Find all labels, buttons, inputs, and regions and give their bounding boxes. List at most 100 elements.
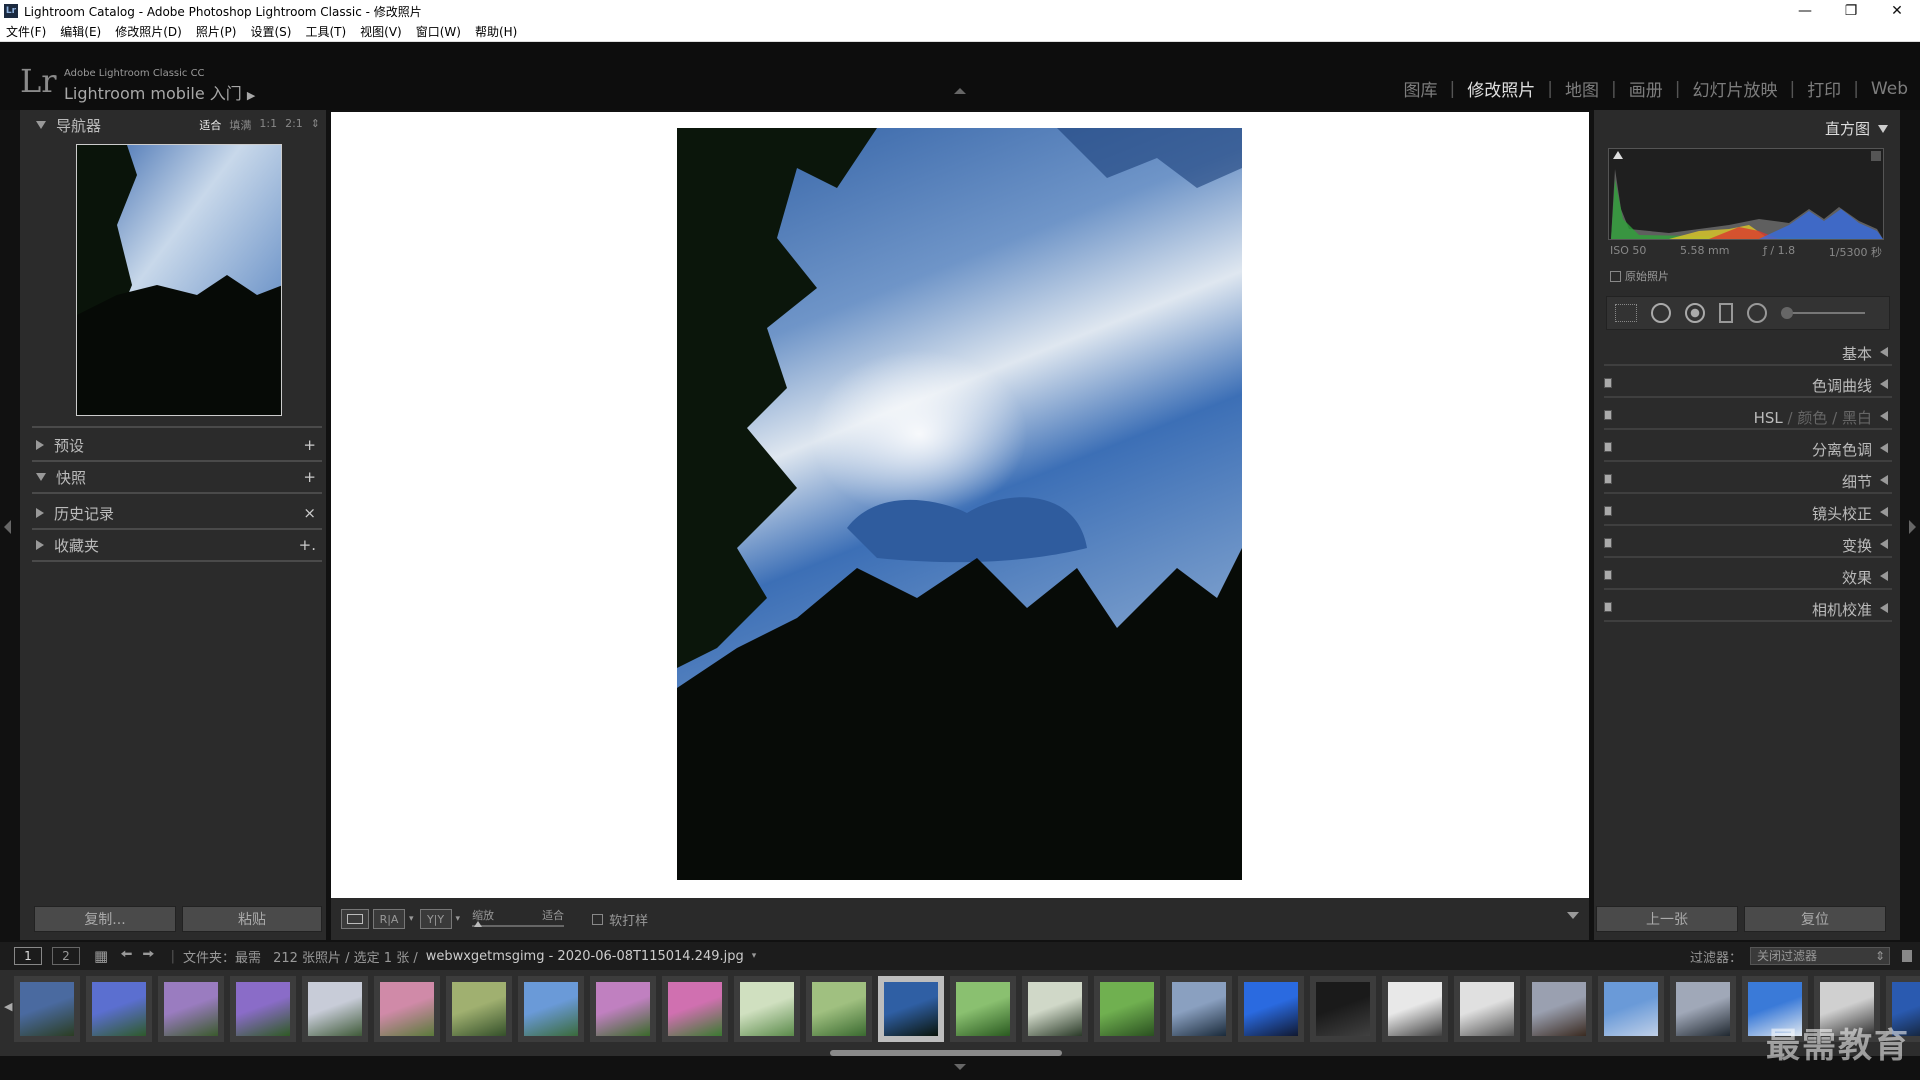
menu-help[interactable]: 帮助(H) [475, 23, 517, 40]
hsl-panel-header[interactable]: HSL / 颜色 / 黑白 [1594, 402, 1900, 430]
filmstrip-thumbnail[interactable] [1238, 976, 1304, 1042]
detail-panel-header[interactable]: 细节 [1594, 466, 1900, 494]
panel-switch-icon[interactable] [1604, 602, 1612, 612]
tone-curve-panel-header[interactable]: 色调曲线 [1594, 370, 1900, 398]
filmstrip-thumbnail[interactable] [878, 976, 944, 1042]
add-snapshot-icon[interactable]: + [303, 468, 316, 486]
navigator-preview[interactable] [76, 144, 282, 416]
presets-header[interactable]: 预设 + [20, 430, 326, 460]
toolbar-menu-icon[interactable] [1567, 912, 1579, 919]
filmstrip-thumbnail[interactable] [1310, 976, 1376, 1042]
current-filename[interactable]: webwxgetmsgimg - 2020-06-08T115014.249.j… [426, 949, 744, 964]
filmstrip-thumbnail[interactable] [590, 976, 656, 1042]
menu-photo[interactable]: 照片(P) [196, 23, 237, 40]
panel-switch-icon[interactable] [1604, 410, 1612, 420]
filmstrip-thumbnail[interactable] [1382, 976, 1448, 1042]
copy-settings-button[interactable]: 复制... [34, 906, 176, 932]
adjustment-brush-icon[interactable] [1781, 307, 1793, 319]
split-toning-panel-header[interactable]: 分离色调 [1594, 434, 1900, 462]
collapse-top-arrow-icon[interactable] [954, 88, 966, 94]
filter-lock-icon[interactable] [1902, 950, 1912, 962]
menu-tools[interactable]: 工具(T) [305, 23, 346, 40]
navigator-header[interactable]: 导航器 适合 填满 1:1 2:1 ⇕ [20, 110, 326, 140]
effects-panel-header[interactable]: 效果 [1594, 562, 1900, 590]
histogram[interactable] [1608, 148, 1884, 240]
panel-switch-icon[interactable] [1604, 506, 1612, 516]
crop-tool-icon[interactable] [1615, 304, 1637, 322]
zoom-stepper-icon[interactable]: ⇕ [311, 117, 320, 133]
module-slideshow[interactable]: 幻灯片放映 [1692, 76, 1777, 101]
nav-opt-fill[interactable]: 填满 [229, 117, 251, 133]
histogram-header[interactable]: 直方图 [1825, 118, 1888, 139]
snapshots-header[interactable]: 快照 + [20, 462, 326, 492]
collapse-left-arrow-icon[interactable] [4, 520, 11, 534]
panel-switch-icon[interactable] [1604, 442, 1612, 452]
zoom-slider-thumb-icon[interactable] [474, 921, 483, 927]
filmstrip[interactable]: ◀ ▶ [0, 970, 1920, 1056]
before-after-lr-button[interactable]: R|A [373, 909, 405, 929]
menu-edit[interactable]: 编辑(E) [60, 23, 101, 40]
filter-dropdown[interactable]: 关闭过滤器 ⇕ [1750, 947, 1890, 965]
module-print[interactable]: 打印 [1807, 76, 1841, 101]
filmstrip-left-arrow-icon[interactable]: ◀ [4, 1000, 12, 1013]
loupe-view-button[interactable] [341, 909, 369, 929]
nav-opt-1to1[interactable]: 1:1 [259, 117, 277, 133]
minimize-icon[interactable]: — [1782, 0, 1828, 22]
original-photo-checkbox[interactable] [1610, 270, 1621, 282]
collapse-bottom-arrow-icon[interactable] [954, 1064, 966, 1070]
panel-switch-icon[interactable] [1604, 570, 1612, 580]
filmstrip-thumbnail[interactable] [950, 976, 1016, 1042]
filmstrip-thumbnail[interactable] [1526, 976, 1592, 1042]
menu-view[interactable]: 视图(V) [360, 23, 402, 40]
menu-develop[interactable]: 修改照片(D) [115, 23, 182, 40]
filmstrip-thumbnail[interactable] [734, 976, 800, 1042]
filmstrip-thumbnail[interactable] [1022, 976, 1088, 1042]
filmstrip-thumbnail[interactable] [86, 976, 152, 1042]
menu-window[interactable]: 窗口(W) [416, 23, 461, 40]
hsl-tab-hsl[interactable]: HSL [1754, 409, 1783, 427]
back-arrow-icon[interactable]: 🠨 [120, 944, 132, 969]
filmstrip-thumbnail[interactable] [1670, 976, 1736, 1042]
window-2-button[interactable]: 2 [52, 947, 80, 965]
nav-opt-2to1[interactable]: 2:1 [285, 117, 303, 133]
filmstrip-thumbnail[interactable] [662, 976, 728, 1042]
filmstrip-thumbnail[interactable] [230, 976, 296, 1042]
main-photo[interactable] [677, 128, 1242, 880]
panel-switch-icon[interactable] [1604, 538, 1612, 548]
lens-corrections-panel-header[interactable]: 镜头校正 [1594, 498, 1900, 526]
source-label[interactable]: 文件夹：最需 [183, 947, 261, 966]
reset-button[interactable]: 复位 [1744, 906, 1886, 932]
add-collection-icon[interactable]: +. [299, 536, 316, 554]
filmstrip-thumbnail[interactable] [446, 976, 512, 1042]
add-preset-icon[interactable]: + [303, 436, 316, 454]
hsl-tab-color[interactable]: 颜色 [1797, 409, 1827, 427]
previous-button[interactable]: 上一张 [1596, 906, 1738, 932]
hsl-tab-bw[interactable]: 黑白 [1842, 409, 1872, 427]
filmstrip-thumbnail[interactable] [1094, 976, 1160, 1042]
brush-slider[interactable] [1781, 307, 1865, 319]
history-header[interactable]: 历史记录 × [20, 498, 326, 528]
camera-calibration-panel-header[interactable]: 相机校准 [1594, 594, 1900, 622]
clear-history-icon[interactable]: × [303, 504, 316, 522]
module-web[interactable]: Web [1871, 79, 1908, 99]
graduated-filter-tool-icon[interactable] [1719, 303, 1733, 323]
panel-switch-icon[interactable] [1604, 378, 1612, 388]
soft-proof-checkbox[interactable] [592, 913, 604, 925]
filmstrip-thumbnail[interactable] [302, 976, 368, 1042]
window-1-button[interactable]: 1 [14, 947, 42, 965]
before-after-tb-button[interactable]: Y|Y [419, 909, 452, 929]
zoom-slider[interactable] [472, 925, 565, 927]
basic-panel-header[interactable]: 基本 [1594, 338, 1900, 366]
filmstrip-thumbnail[interactable] [518, 976, 584, 1042]
image-canvas[interactable] [331, 112, 1589, 898]
dropdown-caret-icon[interactable]: ▾ [456, 914, 461, 924]
filmstrip-thumbnail[interactable] [1454, 976, 1520, 1042]
dropdown-caret-icon[interactable]: ▾ [409, 914, 414, 924]
menu-file[interactable]: 文件(F) [6, 23, 46, 40]
radial-filter-tool-icon[interactable] [1747, 303, 1767, 323]
dropdown-caret-icon[interactable]: ▾ [752, 951, 757, 961]
original-photo-toggle[interactable]: 原始照片 [1610, 268, 1669, 284]
close-icon[interactable]: ✕ [1874, 0, 1920, 22]
nav-opt-fit[interactable]: 适合 [199, 117, 221, 133]
lightroom-mobile-link[interactable]: Lightroom mobile 入门 ▶ [64, 80, 255, 104]
